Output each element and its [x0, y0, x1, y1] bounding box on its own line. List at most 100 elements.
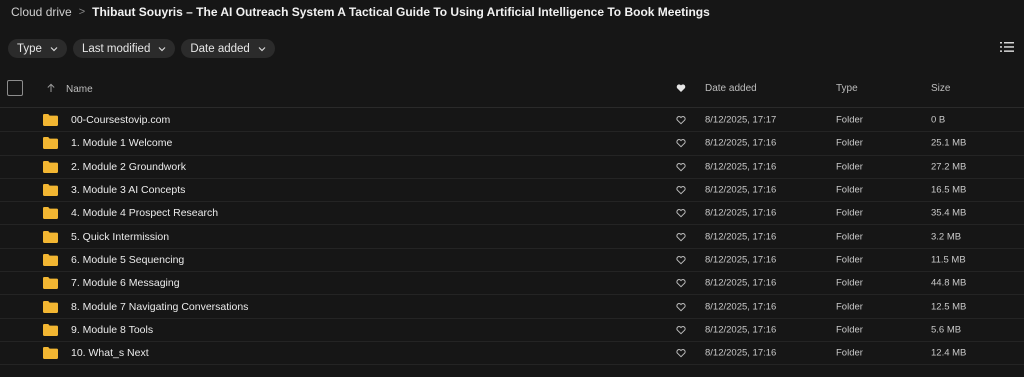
- table-row[interactable]: 1. Module 1 Welcome 8/12/2025, 17:16 Fol…: [0, 132, 1024, 156]
- heart-icon[interactable]: [676, 139, 686, 148]
- chevron-down-icon: [158, 46, 166, 51]
- folder-icon: [43, 207, 58, 220]
- heart-icon[interactable]: [676, 325, 686, 335]
- file-name[interactable]: 00-Coursestovip.com: [71, 114, 170, 126]
- date-added: 8/12/2025, 17:16: [705, 277, 777, 289]
- table-row[interactable]: 6. Module 5 Sequencing 8/12/2025, 17:16 …: [0, 249, 1024, 273]
- date-added: 8/12/2025, 17:16: [705, 137, 777, 149]
- file-name[interactable]: 4. Module 4 Prospect Research: [71, 207, 218, 219]
- arrow-up-icon[interactable]: [46, 83, 56, 93]
- filter-bar: Type Last modified Date added: [8, 39, 275, 58]
- filter-date-added-label: Date added: [190, 42, 250, 55]
- select-all-checkbox[interactable]: [7, 80, 23, 96]
- column-header-name[interactable]: Name: [66, 84, 93, 95]
- file-size: 16.5 MB: [931, 184, 967, 196]
- file-name[interactable]: 9. Module 8 Tools: [71, 324, 153, 336]
- heart-icon[interactable]: [676, 232, 686, 242]
- file-type: Folder: [836, 231, 863, 243]
- heart-icon[interactable]: [676, 255, 686, 265]
- file-name[interactable]: 8. Module 7 Navigating Conversations: [71, 301, 248, 313]
- list-view-icon[interactable]: [1000, 41, 1014, 53]
- file-size: 12.5 MB: [931, 301, 967, 313]
- filter-date-added[interactable]: Date added: [181, 39, 275, 58]
- date-added: 8/12/2025, 17:16: [705, 161, 777, 173]
- folder-icon: [43, 230, 58, 243]
- file-size: 27.2 MB: [931, 161, 967, 173]
- file-type: Folder: [836, 161, 863, 173]
- folder-icon: [43, 137, 58, 150]
- file-type: Folder: [836, 114, 863, 126]
- file-list: 00-Coursestovip.com 8/12/2025, 17:17 Fol…: [0, 109, 1024, 366]
- file-size: 44.8 MB: [931, 277, 967, 289]
- table-row[interactable]: 5. Quick Intermission 8/12/2025, 17:16 F…: [0, 225, 1024, 249]
- table-row[interactable]: 4. Module 4 Prospect Research 8/12/2025,…: [0, 202, 1024, 226]
- file-type: Folder: [836, 254, 863, 266]
- table-row[interactable]: 8. Module 7 Navigating Conversations 8/1…: [0, 295, 1024, 319]
- file-name[interactable]: 10. What_s Next: [71, 347, 149, 359]
- file-type: Folder: [836, 324, 863, 336]
- file-size: 0 B: [931, 114, 946, 126]
- filter-type[interactable]: Type: [8, 39, 67, 58]
- chevron-down-icon: [258, 46, 266, 51]
- filter-last-modified[interactable]: Last modified: [72, 39, 176, 58]
- file-size: 25.1 MB: [931, 137, 967, 149]
- table-row[interactable]: 7. Module 6 Messaging 8/12/2025, 17:16 F…: [0, 272, 1024, 296]
- breadcrumb-root[interactable]: Cloud drive: [11, 5, 72, 19]
- table-row[interactable]: 9. Module 8 Tools 8/12/2025, 17:16 Folde…: [0, 319, 1024, 342]
- date-added: 8/12/2025, 17:17: [705, 114, 777, 126]
- column-header-date-added[interactable]: Date added: [705, 83, 757, 94]
- date-added: 8/12/2025, 17:16: [705, 347, 777, 359]
- file-size: 5.6 MB: [931, 324, 962, 336]
- file-size: 3.2 MB: [931, 231, 962, 243]
- file-name[interactable]: 5. Quick Intermission: [71, 231, 169, 243]
- breadcrumb-current: Thibaut Souyris – The AI Outreach System…: [92, 5, 710, 19]
- heart-icon[interactable]: [676, 162, 686, 172]
- date-added: 8/12/2025, 17:16: [705, 324, 777, 336]
- file-size: 12.4 MB: [931, 347, 967, 359]
- filter-last-modified-label: Last modified: [81, 42, 151, 55]
- file-size: 11.5 MB: [931, 254, 966, 266]
- date-added: 8/12/2025, 17:16: [705, 207, 777, 219]
- heart-icon[interactable]: [676, 349, 686, 358]
- date-added: 8/12/2025, 17:16: [705, 254, 777, 266]
- folder-icon: [43, 253, 58, 266]
- file-type: Folder: [836, 137, 863, 149]
- date-added: 8/12/2025, 17:16: [705, 231, 777, 243]
- folder-icon: [43, 160, 58, 173]
- file-type: Folder: [836, 301, 863, 313]
- file-size: 35.4 MB: [931, 207, 967, 219]
- column-header-type[interactable]: Type: [836, 83, 858, 94]
- file-name[interactable]: 6. Module 5 Sequencing: [71, 254, 184, 266]
- heart-icon[interactable]: [676, 279, 686, 288]
- heart-icon[interactable]: [676, 186, 686, 195]
- file-type: Folder: [836, 184, 863, 196]
- folder-icon: [43, 277, 58, 290]
- table-row[interactable]: 3. Module 3 AI Concepts 8/12/2025, 17:16…: [0, 179, 1024, 203]
- file-type: Folder: [836, 347, 863, 359]
- folder-icon: [43, 114, 58, 127]
- heart-icon[interactable]: [676, 83, 686, 93]
- table-row[interactable]: 00-Coursestovip.com 8/12/2025, 17:17 Fol…: [0, 109, 1024, 133]
- table-row[interactable]: 10. What_s Next 8/12/2025, 17:16 Folder …: [0, 342, 1024, 366]
- table-header: Name Date added Type Size: [0, 74, 1024, 108]
- folder-icon: [43, 184, 58, 197]
- date-added: 8/12/2025, 17:16: [705, 184, 777, 196]
- file-name[interactable]: 1. Module 1 Welcome: [71, 137, 172, 149]
- heart-icon[interactable]: [676, 116, 686, 125]
- table-row[interactable]: 2. Module 2 Groundwork 8/12/2025, 17:16 …: [0, 156, 1024, 179]
- file-type: Folder: [836, 207, 863, 219]
- breadcrumb-separator: >: [78, 6, 86, 18]
- file-name[interactable]: 7. Module 6 Messaging: [71, 277, 180, 289]
- file-name[interactable]: 3. Module 3 AI Concepts: [71, 184, 185, 196]
- filter-type-label: Type: [17, 42, 42, 55]
- date-added: 8/12/2025, 17:16: [705, 301, 777, 313]
- breadcrumb: Cloud drive > Thibaut Souyris – The AI O…: [11, 5, 710, 19]
- heart-icon[interactable]: [676, 302, 686, 311]
- column-header-size[interactable]: Size: [931, 83, 950, 94]
- file-type: Folder: [836, 277, 863, 289]
- heart-icon[interactable]: [676, 209, 686, 218]
- chevron-down-icon: [50, 46, 58, 51]
- file-name[interactable]: 2. Module 2 Groundwork: [71, 161, 186, 173]
- folder-icon: [43, 300, 58, 313]
- folder-icon: [43, 323, 58, 336]
